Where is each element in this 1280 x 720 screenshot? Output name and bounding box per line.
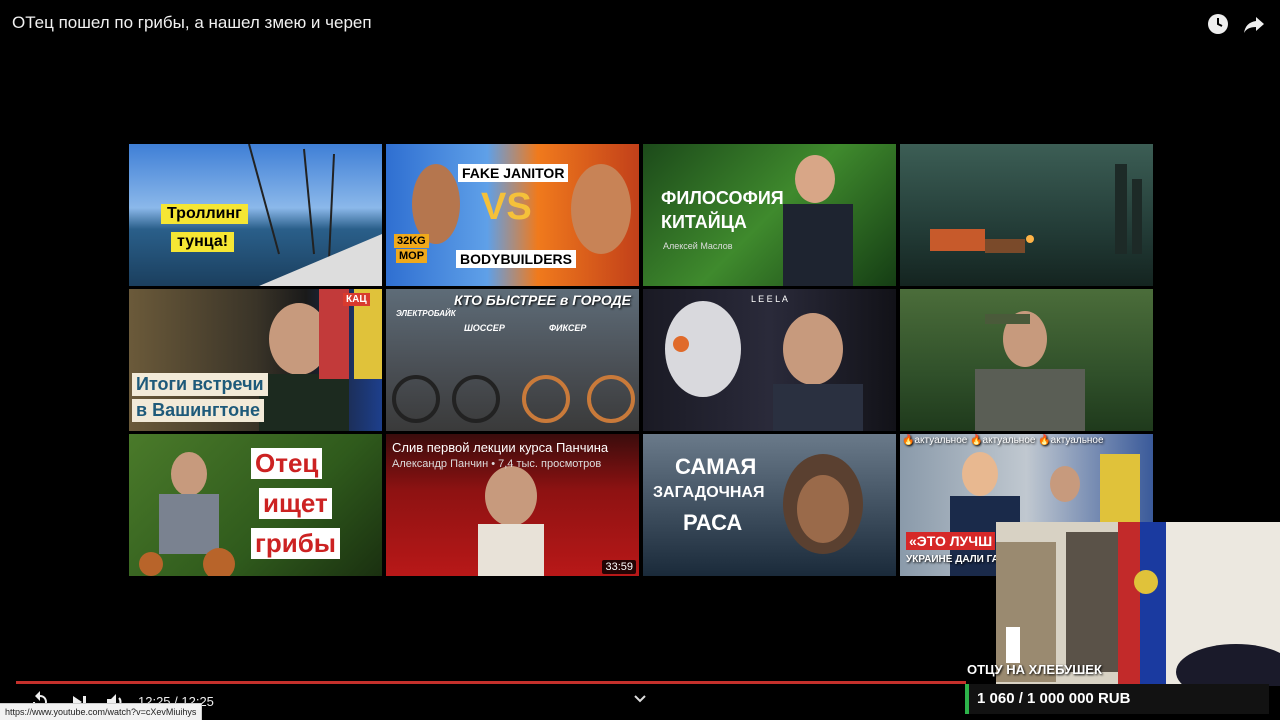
tile-6-caption-2: ЭЛЕКТРОБАЙК: [396, 309, 456, 318]
share-icon[interactable]: [1242, 12, 1266, 36]
endscreen-video-6[interactable]: КТО БЫСТРЕЕ в ГОРОДЕ ЭЛЕКТРОБАЙК ШОССЕР …: [386, 289, 639, 431]
tile-2-caption-1: FAKE JANITOR: [458, 164, 569, 182]
tile-11-caption-2: ЗАГАДОЧНАЯ: [653, 484, 765, 501]
clock-icon[interactable]: [1206, 12, 1230, 36]
donation-goal-amount: 1 060 / 1 000 000 RUB: [977, 690, 1131, 707]
tile-11-caption-3: РАСА: [683, 510, 743, 535]
tile-11-caption-1: САМАЯ: [675, 454, 757, 479]
tile-7-caption-1: L E E L A: [751, 294, 788, 304]
tile-9-caption-1: Отец: [251, 448, 323, 479]
donation-goal-title: ОТЦУ НА ХЛЕБУШЕК: [967, 662, 1102, 677]
donation-goal-bar: 1 060 / 1 000 000 RUB: [965, 684, 1269, 714]
endscreen-video-9[interactable]: Отец ищет грибы: [129, 434, 382, 576]
endscreen-video-11[interactable]: САМАЯ ЗАГАДОЧНАЯ РАСА: [643, 434, 896, 576]
tile-5-caption-3: КАЦ: [343, 293, 370, 306]
tile-10-hover-title: Слив первой лекции курса Панчина: [392, 440, 609, 455]
tile-6-caption-3: ШОССЕР: [464, 323, 505, 333]
endscreen-video-4[interactable]: [900, 144, 1153, 286]
tile-12-caption-1: 🔥актуальное 🔥актуальное 🔥актуальное: [902, 435, 1104, 446]
tile-12-caption-2: «ЭТО ЛУЧШ: [906, 532, 996, 550]
endscreen-video-8[interactable]: [900, 289, 1153, 431]
tile-3-caption-2: КИТАЙЦА: [661, 212, 747, 232]
tile-5-caption-2: в Вашингтоне: [132, 399, 264, 422]
tile-6-caption-4: ФИКСЕР: [549, 323, 587, 333]
status-url: https://www.youtube.com/watch?v=cXevMiui…: [0, 703, 203, 720]
progress-bar[interactable]: [16, 681, 966, 684]
chevron-down-icon[interactable]: [632, 690, 648, 711]
tile-2-caption-5: MOP: [396, 249, 428, 263]
endscreen-video-10[interactable]: Слив первой лекции курса Панчина Алексан…: [386, 434, 639, 576]
tile-2-caption-2: VS: [481, 186, 532, 228]
video-title[interactable]: ОТец пошел по грибы, а нашел змею и чере…: [12, 13, 372, 33]
duration-badge: 33:59: [602, 560, 636, 574]
endscreen-grid: Троллинг тунца! FAKE JANITOR VS BODYBUIL…: [129, 144, 1153, 576]
tile-5-caption-1: Итоги встречи: [132, 373, 268, 396]
tile-2-caption-3: BODYBUILDERS: [456, 250, 577, 268]
endscreen-video-3[interactable]: ФИЛОСОФИЯ КИТАЙЦА Алексей Маслов: [643, 144, 896, 286]
tile-12-caption-3: УКРАИНЕ ДАЛИ ГА: [906, 554, 999, 565]
tile-1-caption-1: Троллинг: [161, 204, 248, 224]
tile-10-hover-meta: Александр Панчин • 7,4 тыс. просмотров: [392, 458, 602, 470]
endscreen-video-7[interactable]: L E E L A: [643, 289, 896, 431]
tile-9-caption-3: грибы: [251, 528, 340, 559]
tile-9-caption-2: ищет: [259, 488, 332, 519]
tile-2-caption-4: 32KG: [394, 234, 429, 248]
tile-3-caption-1: ФИЛОСОФИЯ: [661, 188, 784, 208]
tile-6-caption-1: КТО БЫСТРЕЕ в ГОРОДЕ: [454, 292, 632, 308]
endscreen-video-5[interactable]: КАЦ Итоги встречи в Вашингтоне: [129, 289, 382, 431]
endscreen-video-1[interactable]: Троллинг тунца!: [129, 144, 382, 286]
endscreen-video-2[interactable]: FAKE JANITOR VS BODYBUILDERS 32KG MOP: [386, 144, 639, 286]
tile-1-caption-2: тунца!: [171, 232, 235, 252]
tile-3-caption-3: Алексей Маслов: [663, 241, 733, 251]
